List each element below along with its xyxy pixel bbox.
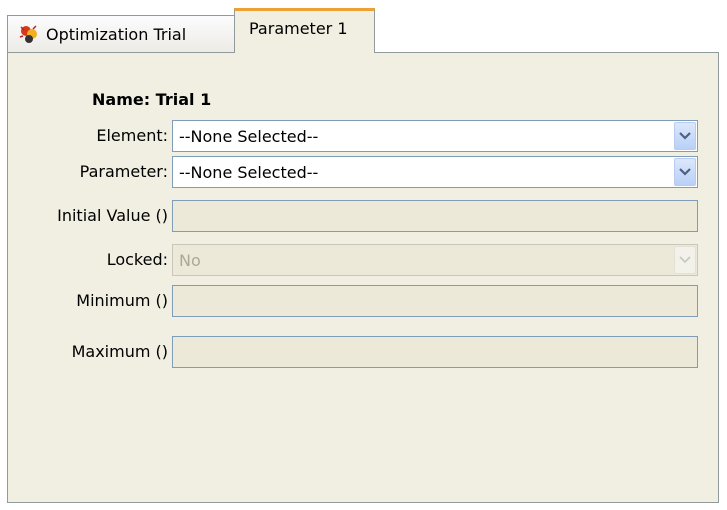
trial-editor-window: Optimization Trial Parameter 1 Name: Tri…	[7, 7, 719, 503]
initial-value-label: Initial Value ()	[57, 206, 168, 225]
element-dropdown-button[interactable]	[674, 122, 696, 150]
initial-value-field[interactable]	[172, 200, 698, 232]
minimum-label: Minimum ()	[76, 291, 168, 310]
maximum-label: Maximum ()	[71, 342, 168, 361]
parameter-select[interactable]: --None Selected--	[172, 156, 698, 188]
tab-parameter-1[interactable]: Parameter 1	[234, 8, 375, 53]
element-row: Element: --None Selected--	[8, 120, 720, 152]
chevron-down-icon	[679, 168, 691, 176]
initial-value-row: Initial Value ()	[8, 200, 720, 232]
maximum-field[interactable]	[172, 336, 698, 368]
element-select-value: --None Selected--	[179, 126, 319, 146]
minimum-field[interactable]	[172, 285, 698, 317]
tab-optimization-trial-label: Optimization Trial	[46, 24, 187, 44]
chevron-down-icon	[679, 256, 691, 264]
trial-name-label: Name: Trial 1	[92, 90, 212, 109]
locked-row: Locked: No	[8, 244, 720, 276]
parameter-panel: Name: Trial 1 Element: --None Selected--…	[7, 52, 719, 503]
locked-label: Locked:	[106, 250, 168, 269]
optimization-trial-icon	[18, 23, 40, 45]
parameter-dropdown-button[interactable]	[674, 158, 696, 186]
element-select[interactable]: --None Selected--	[172, 120, 698, 152]
minimum-row: Minimum ()	[8, 285, 720, 317]
locked-select-value: No	[179, 250, 201, 270]
tab-strip: Optimization Trial Parameter 1	[7, 7, 719, 53]
parameter-label: Parameter:	[79, 162, 168, 181]
tab-parameter-1-label: Parameter 1	[249, 19, 348, 38]
maximum-row: Maximum ()	[8, 336, 720, 368]
parameter-row: Parameter: --None Selected--	[8, 156, 720, 188]
chevron-down-icon	[679, 132, 691, 140]
tab-optimization-trial[interactable]: Optimization Trial	[7, 15, 235, 52]
parameter-select-value: --None Selected--	[179, 162, 319, 182]
element-label: Element:	[96, 126, 168, 145]
locked-dropdown-button[interactable]	[674, 246, 696, 274]
locked-select[interactable]: No	[172, 244, 698, 276]
